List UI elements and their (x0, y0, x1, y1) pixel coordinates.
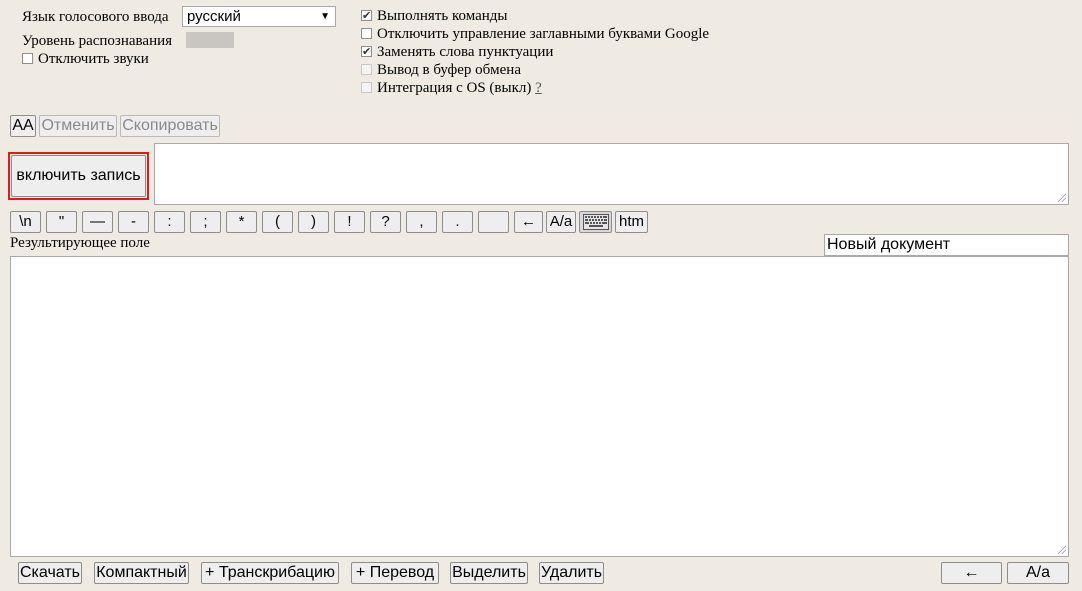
compact-button[interactable]: Компактный (94, 562, 189, 584)
punct-backspace-button[interactable]: ← (514, 211, 543, 233)
result-text-area[interactable] (10, 256, 1069, 557)
punct-comma-button[interactable]: , (406, 211, 437, 233)
mute-sounds-checkbox[interactable] (22, 52, 33, 64)
toggle-case-button[interactable]: A/a (1007, 562, 1069, 584)
disable-google-caps-checkbox[interactable] (361, 27, 372, 39)
language-select-value: русский (187, 8, 241, 25)
option-execute-commands[interactable]: Выполнять команды (361, 7, 508, 25)
option-replace-punctuation[interactable]: Заменять слова пунктуации (361, 43, 553, 61)
undo-button[interactable]: Отменить (39, 115, 117, 137)
backspace-button[interactable]: ← (941, 562, 1002, 584)
option-disable-google-caps[interactable]: Отключить управление заглавными буквами … (361, 25, 709, 43)
punct-exclamation-button[interactable]: ! (334, 211, 365, 233)
select-all-button[interactable]: Выделить (450, 562, 528, 584)
punct-open-paren-button[interactable]: ( (262, 211, 293, 233)
execute-commands-checkbox[interactable] (361, 7, 372, 25)
punct-case-button[interactable]: A/a (546, 211, 576, 233)
html-mode-button[interactable]: htm (615, 211, 648, 233)
punct-newline-button[interactable]: \n (10, 211, 41, 233)
option-label: Заменять слова пунктуации (377, 44, 554, 60)
punct-close-paren-button[interactable]: ) (298, 211, 329, 233)
keyboard-icon (582, 214, 609, 230)
download-button[interactable]: Скачать (18, 562, 82, 584)
replace-punctuation-checkbox[interactable] (361, 43, 372, 61)
option-label: Отключить управление заглавными буквами … (377, 26, 710, 42)
virtual-keyboard-button[interactable] (579, 211, 612, 233)
os-integration-help-link[interactable]: ? (535, 80, 542, 96)
option-label: Вывод в буфер обмена (377, 62, 521, 78)
delete-button[interactable]: Удалить (539, 562, 604, 584)
resize-grip-icon[interactable] (1058, 194, 1066, 202)
punct-asterisk-button[interactable]: * (226, 211, 257, 233)
punct-space-button[interactable] (478, 211, 509, 233)
start-recording-button[interactable]: включить запись (11, 155, 146, 197)
recognition-level-label: Уровень распознавания (22, 33, 173, 49)
punct-question-button[interactable]: ? (370, 211, 401, 233)
punct-quote-button[interactable]: " (46, 211, 77, 233)
recognition-level-meter (186, 32, 234, 48)
punct-semicolon-button[interactable]: ; (190, 211, 221, 233)
resize-grip-icon[interactable] (1058, 546, 1066, 554)
language-select[interactable]: русский ▼ (182, 6, 336, 27)
punct-hyphen-button[interactable]: - (118, 211, 149, 233)
font-size-button[interactable]: AA (10, 115, 36, 137)
clipboard-output-checkbox (361, 63, 372, 75)
os-integration-checkbox (361, 81, 372, 93)
language-label: Язык голосового ввода (22, 9, 169, 25)
punct-dash-button[interactable]: — (82, 211, 113, 233)
dropdown-arrow-icon: ▼ (320, 11, 330, 22)
punct-colon-button[interactable]: : (154, 211, 185, 233)
add-translation-button[interactable]: + Перевод (351, 562, 439, 584)
add-transcription-button[interactable]: + Транскрибацию (201, 562, 339, 584)
copy-button[interactable]: Скопировать (120, 115, 220, 137)
document-name-input[interactable]: Новый документ (824, 234, 1069, 256)
interim-text-area[interactable] (154, 143, 1069, 205)
option-clipboard-output: Вывод в буфер обмена (361, 61, 521, 79)
mute-sounds-option[interactable]: Отключить звуки (22, 50, 149, 68)
option-label: Интеграция с OS (выкл) (377, 80, 532, 96)
option-os-integration: Интеграция с OS (выкл) ? (361, 79, 542, 97)
result-field-label: Результирующее поле (10, 235, 150, 251)
option-label: Выполнять команды (377, 8, 508, 24)
punct-period-button[interactable]: . (442, 211, 473, 233)
mute-sounds-label: Отключить звуки (38, 51, 149, 67)
